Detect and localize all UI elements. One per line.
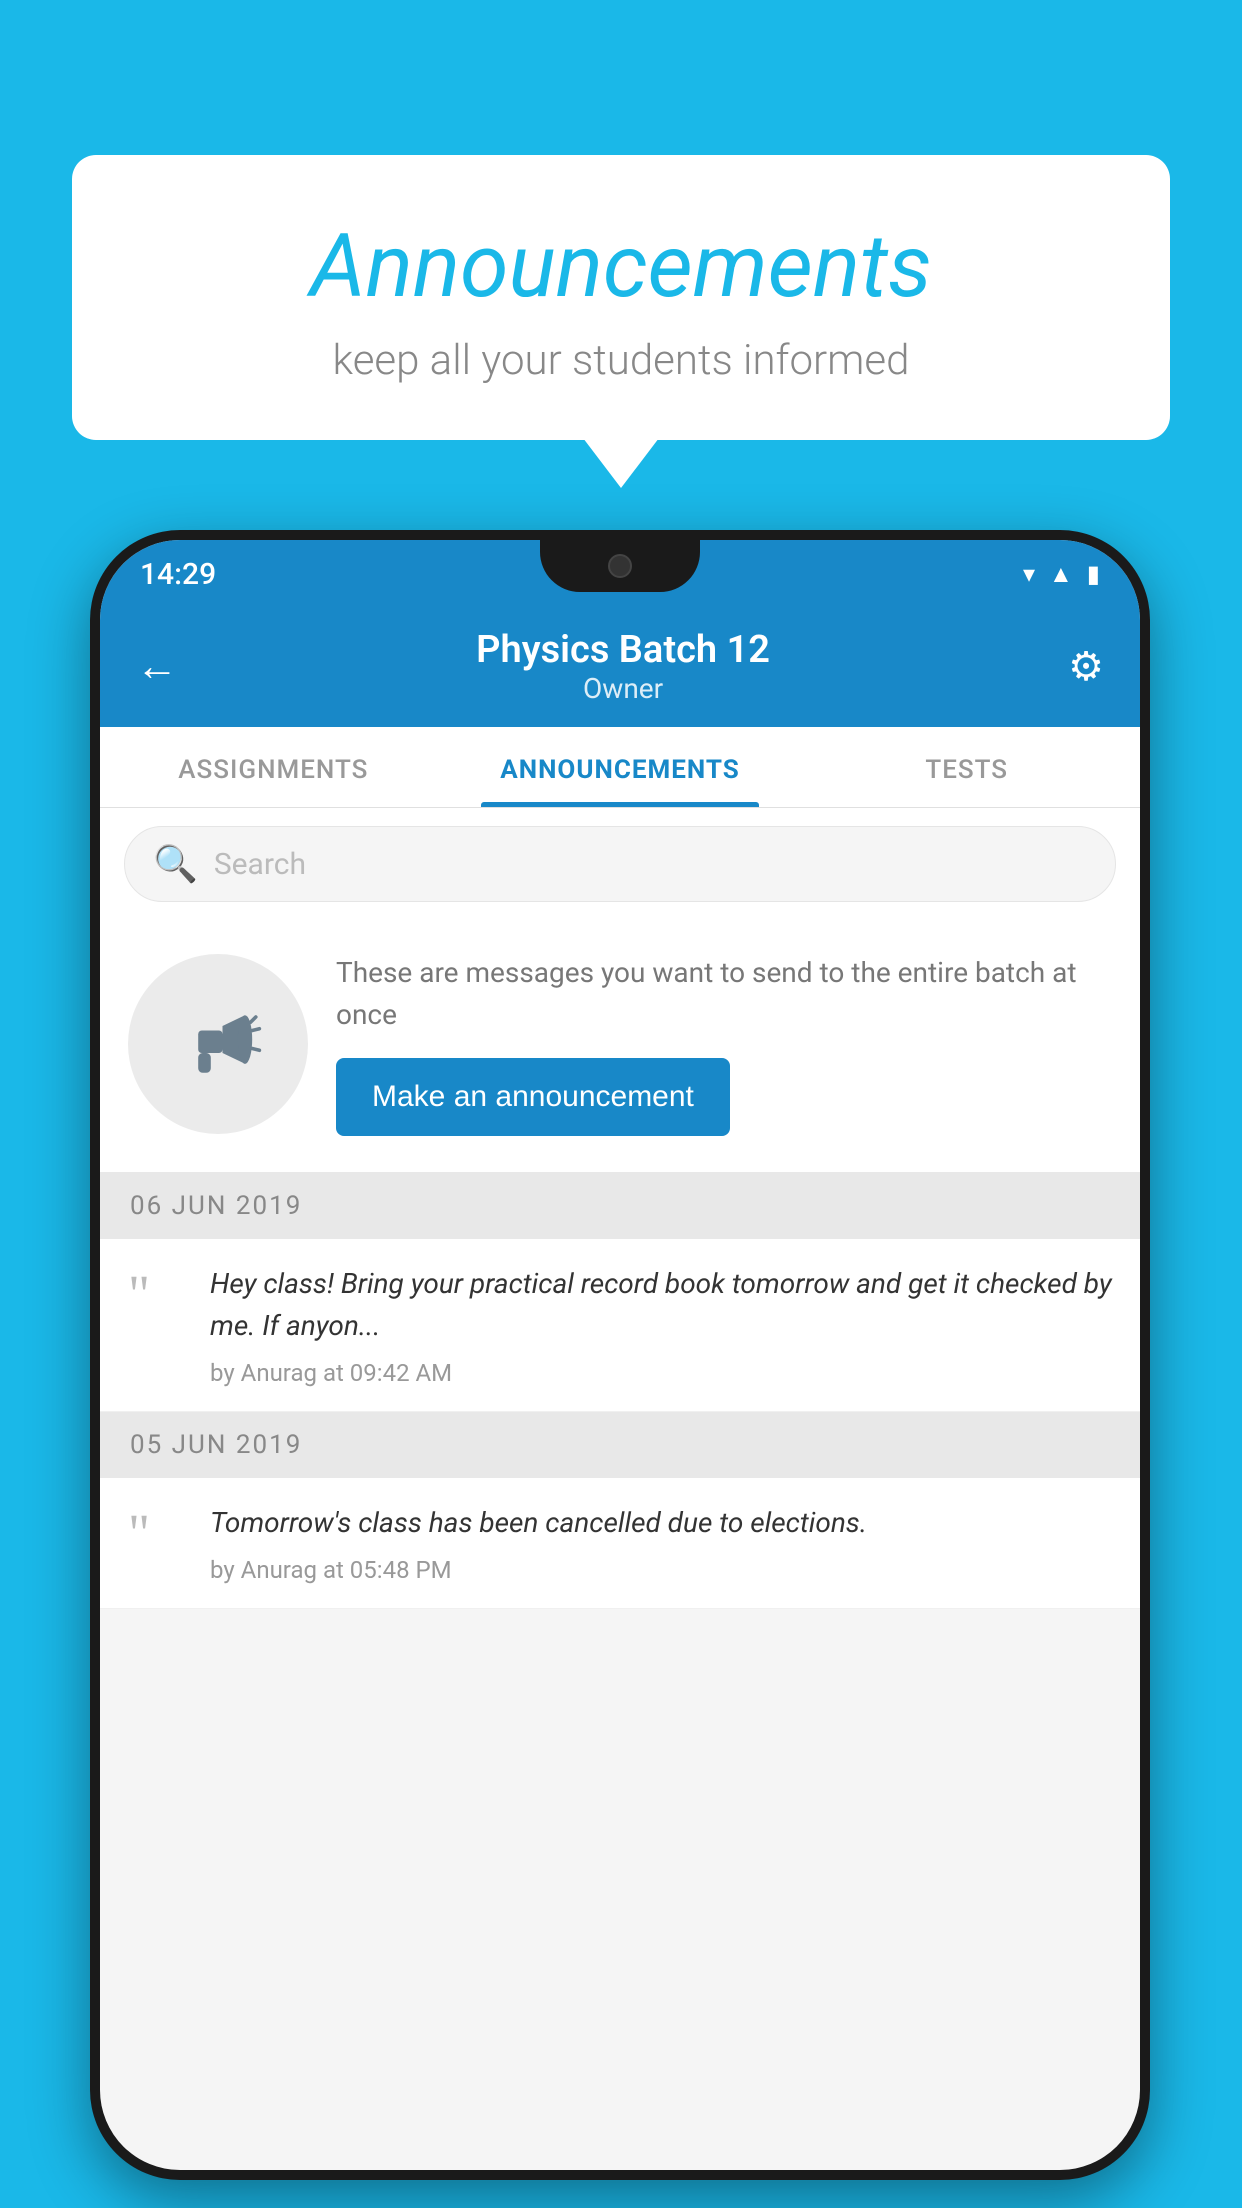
battery-icon: ▮ [1087, 560, 1100, 588]
tabs-bar: ASSIGNMENTS ANNOUNCEMENTS TESTS [100, 727, 1140, 808]
phone-screen: 14:29 ▾ ▲ ▮ ← Physics Batch 12 Owner ⚙ [100, 540, 1140, 2170]
speech-bubble-title: Announcements [112, 215, 1130, 318]
tab-tests[interactable]: TESTS [793, 727, 1140, 807]
phone-notch [540, 540, 700, 592]
status-time: 14:29 [140, 557, 216, 592]
search-icon: 🔍 [153, 843, 198, 885]
announcement-prompt: These are messages you want to send to t… [100, 920, 1140, 1173]
status-icons: ▾ ▲ ▮ [1023, 560, 1100, 589]
signal-icon: ▲ [1049, 560, 1073, 589]
batch-role: Owner [476, 672, 770, 705]
speech-bubble-subtitle: keep all your students informed [112, 336, 1130, 385]
header-center: Physics Batch 12 Owner [476, 628, 770, 705]
settings-button[interactable]: ⚙ [1068, 643, 1104, 690]
camera [608, 554, 632, 578]
announcement-text-2: Tomorrow's class has been cancelled due … [210, 1502, 1112, 1544]
search-placeholder: Search [214, 847, 306, 882]
phone-wrapper: 14:29 ▾ ▲ ▮ ← Physics Batch 12 Owner ⚙ [90, 530, 1150, 2180]
announcement-item-1: " Hey class! Bring your practical record… [100, 1239, 1140, 1412]
tab-announcements[interactable]: ANNOUNCEMENTS [447, 727, 794, 807]
make-announcement-button[interactable]: Make an announcement [336, 1058, 730, 1136]
search-container: 🔍 Search [100, 808, 1140, 920]
app-header: ← Physics Batch 12 Owner ⚙ [100, 608, 1140, 727]
announce-right: These are messages you want to send to t… [336, 952, 1112, 1136]
wifi-icon: ▾ [1023, 560, 1035, 588]
quote-icon-1: " [128, 1267, 188, 1321]
speech-bubble-container: Announcements keep all your students inf… [72, 155, 1170, 440]
batch-title: Physics Batch 12 [476, 628, 770, 672]
announcement-meta-1: by Anurag at 09:42 AM [210, 1359, 1112, 1387]
search-bar[interactable]: 🔍 Search [124, 826, 1116, 902]
back-button[interactable]: ← [136, 642, 178, 691]
tab-assignments[interactable]: ASSIGNMENTS [100, 727, 447, 807]
phone-frame: 14:29 ▾ ▲ ▮ ← Physics Batch 12 Owner ⚙ [90, 530, 1150, 2180]
speech-bubble: Announcements keep all your students inf… [72, 155, 1170, 440]
date-divider-2: 05 JUN 2019 [100, 1412, 1140, 1478]
announcement-content-2: Tomorrow's class has been cancelled due … [210, 1502, 1112, 1584]
announcement-meta-2: by Anurag at 05:48 PM [210, 1556, 1112, 1584]
date-divider-1: 06 JUN 2019 [100, 1173, 1140, 1239]
announcement-content-1: Hey class! Bring your practical record b… [210, 1263, 1112, 1387]
announcement-item-2: " Tomorrow's class has been cancelled du… [100, 1478, 1140, 1609]
quote-icon-2: " [128, 1506, 188, 1560]
announce-icon-circle [128, 954, 308, 1134]
announcement-text-1: Hey class! Bring your practical record b… [210, 1263, 1112, 1347]
announce-description: These are messages you want to send to t… [336, 952, 1112, 1036]
megaphone-icon [173, 999, 263, 1089]
